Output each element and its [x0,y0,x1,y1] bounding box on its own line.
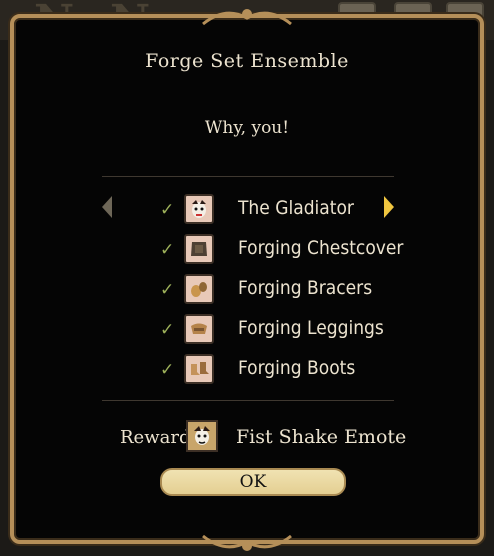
list-item: ✓ Forging Chestcover [160,234,404,274]
check-icon: ✓ [160,280,175,300]
fist-shake-emote-icon [186,420,218,452]
list-item: ✓ Forging Leggings [160,314,400,354]
dialog-subtitle: Why, you! [204,118,290,138]
check-icon: ✓ [160,200,175,220]
gladiator-portrait-icon [184,194,214,224]
divider [102,400,394,401]
check-icon: ✓ [160,360,175,380]
check-icon: ✓ [160,240,175,260]
set-items-list: ✓ The Gladiator ✓ Forging Chestcover ✓ F… [160,194,404,394]
ok-button[interactable]: OK [160,468,346,496]
bottom-ornament-icon [202,534,292,551]
bracers-icon [184,274,214,304]
item-label: Forging Chestcover [238,237,404,259]
item-label: Forging Boots [238,357,356,379]
divider [102,176,394,177]
chestcover-icon [184,234,214,264]
reward-name: Fist Shake Emote [236,426,407,448]
item-label: The Gladiator [238,197,354,219]
item-label: Forging Leggings [238,317,384,339]
dialog-title: Forge Set Ensemble [145,50,349,72]
top-ornament-icon [202,9,292,26]
forge-set-dialog: Forge Set Ensemble Why, you! ✓ The Gladi… [10,9,484,551]
list-item: ✓ Forging Boots [160,354,400,394]
list-item: ✓ The Gladiator [160,194,400,234]
previous-arrow-icon[interactable] [100,194,114,220]
check-icon: ✓ [160,320,175,340]
leggings-icon [184,314,214,344]
boots-icon [184,354,214,384]
item-label: Forging Bracers [238,277,373,299]
list-item: ✓ Forging Bracers [160,274,400,314]
